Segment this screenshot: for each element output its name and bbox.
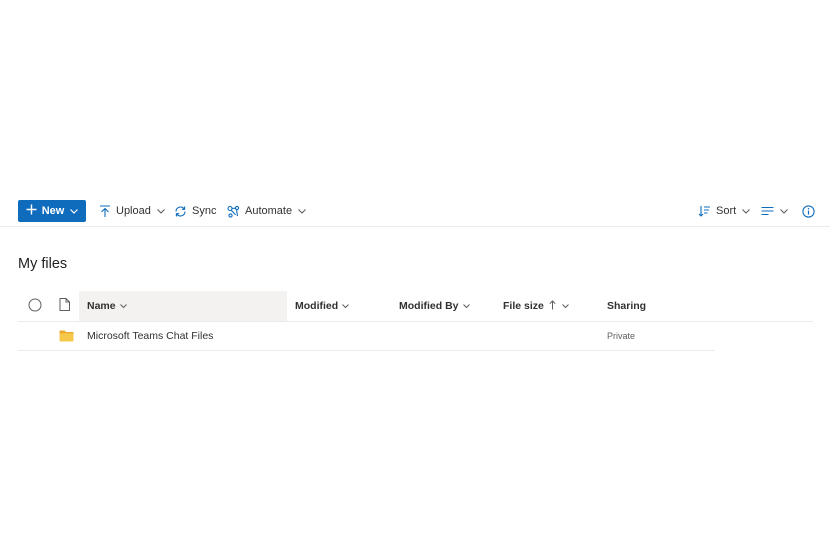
- chevron-down-icon: [156, 208, 165, 214]
- file-size-column-header[interactable]: File size: [503, 291, 569, 321]
- plus-icon: [26, 204, 37, 218]
- row-name[interactable]: Microsoft Teams Chat Files: [87, 330, 213, 342]
- name-column-header[interactable]: Name: [87, 291, 127, 321]
- chevron-down-icon: [342, 300, 350, 312]
- chevron-down-icon: [298, 208, 306, 214]
- row-name-cell[interactable]: Microsoft Teams Chat Files: [87, 321, 213, 350]
- table-row[interactable]: Microsoft Teams Chat Files Private: [18, 321, 715, 351]
- file-type-icon: [59, 298, 70, 314]
- folder-icon: [59, 321, 74, 350]
- select-all-checkbox[interactable]: [28, 291, 42, 321]
- name-column-label: Name: [87, 300, 116, 312]
- chevron-down-icon: [462, 300, 470, 312]
- new-button-label: New: [41, 205, 65, 217]
- select-all-circle-icon: [28, 298, 42, 315]
- upload-icon: [99, 204, 111, 218]
- sort-ascending-arrow-icon: [549, 299, 556, 313]
- sort-icon: [698, 205, 711, 217]
- modified-column-header[interactable]: Modified: [295, 291, 350, 321]
- chevron-down-icon: [70, 205, 79, 217]
- new-button[interactable]: New: [18, 200, 86, 222]
- automate-button-label: Automate: [245, 205, 293, 217]
- modified-column-label: Modified: [295, 300, 339, 312]
- command-bar: New Upload Sync Automate Sort: [0, 196, 830, 227]
- modified-by-column-header[interactable]: Modified By: [399, 291, 470, 321]
- file-size-column-label: File size: [503, 300, 544, 312]
- modified-by-column-label: Modified By: [399, 300, 459, 312]
- view-options-button[interactable]: [761, 200, 788, 222]
- sharing-column-label: Sharing: [607, 300, 647, 312]
- sharing-column-header[interactable]: Sharing: [607, 291, 646, 321]
- info-button[interactable]: [802, 200, 815, 222]
- chevron-down-icon: [119, 300, 127, 312]
- row-sharing-cell: Private: [607, 321, 635, 350]
- page-title: My files: [18, 256, 68, 272]
- chevron-down-icon: [562, 300, 569, 312]
- row-sharing: Private: [607, 330, 636, 341]
- chevron-down-icon: [742, 208, 751, 214]
- sync-button[interactable]: Sync: [174, 200, 216, 222]
- automate-icon: [227, 205, 240, 218]
- list-header-row: Name Modified Modified By File size Shar…: [18, 291, 813, 322]
- sync-icon: [174, 205, 187, 218]
- automate-button[interactable]: Automate: [227, 200, 306, 222]
- file-type-column-header[interactable]: [59, 291, 70, 321]
- upload-button-label: Upload: [116, 205, 151, 217]
- sync-button-label: Sync: [192, 205, 217, 217]
- onedrive-my-files-page: New Upload Sync Automate Sort My files N…: [0, 0, 830, 553]
- sort-button[interactable]: Sort: [698, 200, 751, 222]
- info-icon: [802, 204, 815, 218]
- upload-button[interactable]: Upload: [99, 200, 165, 222]
- view-options-icon: [761, 206, 774, 216]
- sort-button-label: Sort: [716, 205, 737, 217]
- chevron-down-icon: [780, 208, 788, 214]
